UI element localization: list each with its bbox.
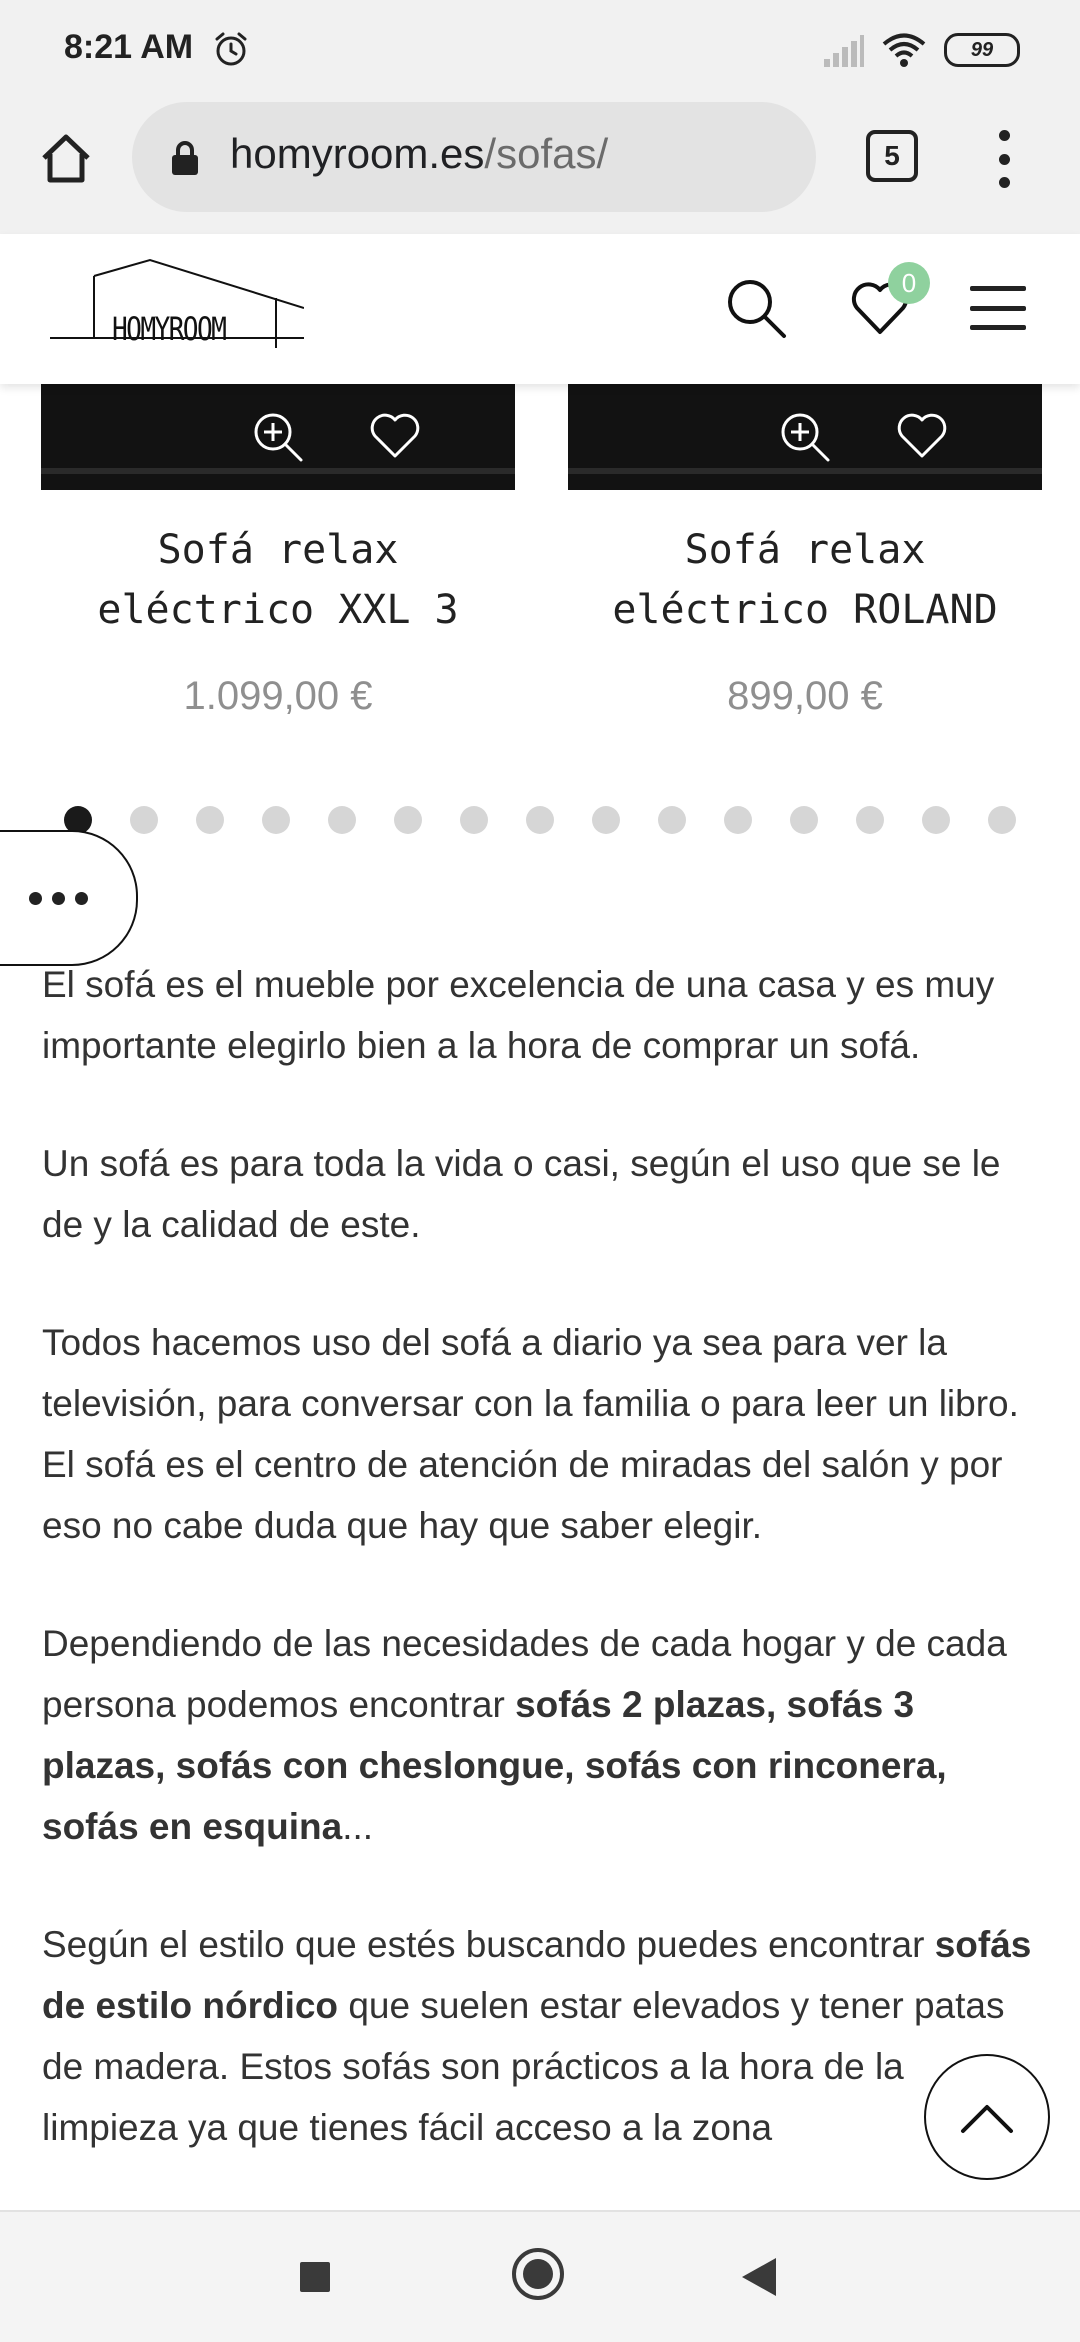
carousel-dot[interactable] [394,806,422,834]
search-icon[interactable] [724,276,788,340]
status-bar: 8:21 AM 99 [0,0,1080,100]
article-paragraph: Todos hacemos uso del sofá a diario ya s… [42,1312,1042,1556]
carousel-dot[interactable] [790,806,818,834]
article-paragraph: El sofá es el mueble por excelencia de u… [42,954,1042,1076]
article-text: El sofá es el mueble por excelencia de u… [42,964,995,1066]
more-options-button[interactable] [0,830,138,966]
url-host: homyroom.es [230,130,485,177]
wifi-icon [882,33,926,67]
chevron-up-icon [961,2105,1013,2133]
tab-switcher-button[interactable]: 5 [866,130,918,182]
more-horizontal-icon [28,891,88,905]
carousel-dot[interactable] [196,806,224,834]
product-image[interactable] [568,384,1042,490]
logo-text: HOMYROOM [112,310,227,348]
zoom-in-icon[interactable] [249,408,305,464]
carousel-dot[interactable] [130,806,158,834]
recent-apps-icon[interactable] [300,2262,330,2292]
hamburger-menu-icon[interactable] [970,286,1026,330]
carousel-dot[interactable] [262,806,290,834]
browser-home-button[interactable] [36,128,96,188]
carousel-dot[interactable] [526,806,554,834]
signal-icon [824,35,864,67]
lock-icon [172,141,198,175]
product-card[interactable]: Sofá relax eléctrico XXL 3 1.099,00 € [41,384,515,719]
article-paragraph: Un sofá es para toda la vida o casi, seg… [42,1133,1042,1255]
article-paragraph: Dependiendo de las necesidades de cada h… [42,1613,1042,1857]
wishlist-count-badge: 0 [888,262,930,304]
carousel-dot[interactable] [592,806,620,834]
more-vertical-icon [998,130,1010,141]
carousel-dot[interactable] [460,806,488,834]
carousel-dot[interactable] [856,806,884,834]
battery-indicator: 99 [944,33,1020,67]
carousel-pagination [64,806,1016,834]
article-paragraph: Según el estilo que estés buscando puede… [42,1914,1042,2158]
category-description: El sofá es el mueble por excelencia de u… [42,954,1042,2215]
back-icon[interactable] [742,2258,776,2296]
system-navigation-bar [0,2210,1080,2342]
home-icon [42,134,90,183]
status-time: 8:21 AM [64,28,194,66]
heart-icon[interactable] [894,408,950,464]
product-image[interactable] [41,384,515,490]
product-price: 899,00 € [727,674,883,718]
back-to-top-button[interactable] [924,2054,1050,2180]
product-name[interactable]: Sofá relax eléctrico ROLAND [568,520,1042,640]
product-price: 1.099,00 € [183,674,373,718]
article-text: ... [342,1806,374,1847]
article-text: Todos hacemos uso del sofá a diario ya s… [42,1322,1019,1546]
site-header: HOMYROOM 0 [0,234,1080,384]
tab-count: 5 [884,140,900,171]
article-text: Un sofá es para toda la vida o casi, seg… [42,1143,1001,1245]
carousel-dot[interactable] [922,806,950,834]
battery-level: 99 [970,38,994,61]
carousel-dot[interactable] [988,806,1016,834]
alarm-icon [215,32,247,66]
home-button-icon[interactable] [512,2248,564,2300]
address-bar[interactable]: homyroom.es/sofas/ [132,102,816,212]
article-text: Según el estilo que estés buscando puede… [42,1924,935,1965]
url-path: /sofas/ [484,130,609,177]
heart-icon[interactable] [367,408,423,464]
wishlist-count: 0 [901,267,917,298]
carousel-dot[interactable] [724,806,752,834]
zoom-in-icon[interactable] [776,408,832,464]
site-logo[interactable]: HOMYROOM [50,258,304,358]
product-name[interactable]: Sofá relax eléctrico XXL 3 [41,520,515,640]
carousel-dot[interactable] [328,806,356,834]
browser-toolbar: homyroom.es/sofas/ 5 [0,100,1080,235]
browser-menu-button[interactable] [984,124,1024,194]
status-indicators: 99 [824,28,1020,72]
url-text: homyroom.es/sofas/ [230,130,608,178]
product-card[interactable]: Sofá relax eléctrico ROLAND 899,00 € [568,384,1042,719]
carousel-dot[interactable] [658,806,686,834]
